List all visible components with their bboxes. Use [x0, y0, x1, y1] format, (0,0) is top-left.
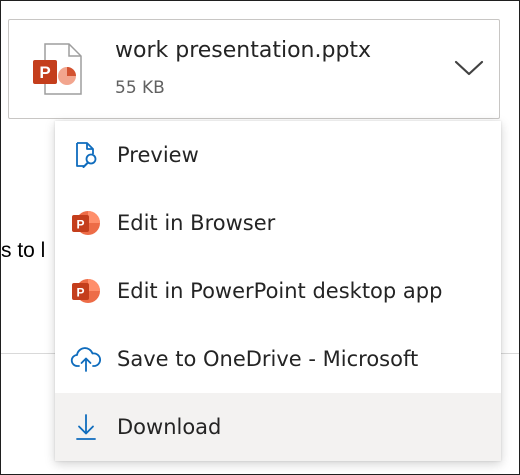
svg-text:P: P: [76, 218, 84, 232]
menu-item-label: Preview: [117, 143, 199, 167]
menu-item-label: Save to OneDrive - Microsoft: [117, 347, 419, 371]
menu-item-label: Download: [117, 415, 222, 439]
menu-item-edit-in-browser[interactable]: P Edit in Browser: [55, 189, 501, 257]
chevron-down-icon: [454, 59, 484, 81]
attachment-file-size: 55 KB: [115, 78, 165, 98]
menu-item-label: Edit in PowerPoint desktop app: [117, 279, 443, 303]
attachment-card[interactable]: P work presentation.pptx 55 KB: [8, 19, 500, 119]
attachment-context-menu: Preview P Edit in Browser P Edit in Powe…: [55, 121, 501, 461]
window-frame: s to l P work presentation.pptx 55 KB Pr…: [0, 0, 520, 475]
menu-item-label: Edit in Browser: [117, 211, 276, 235]
powerpoint-icon: P: [69, 274, 103, 308]
svg-text:P: P: [76, 286, 84, 300]
attachment-options-button[interactable]: [449, 50, 489, 90]
attachment-file-name[interactable]: work presentation.pptx: [115, 38, 371, 63]
menu-item-download[interactable]: Download: [55, 393, 501, 461]
menu-item-edit-in-desktop-app[interactable]: P Edit in PowerPoint desktop app: [55, 257, 501, 325]
menu-item-save-to-onedrive[interactable]: Save to OneDrive - Microsoft: [55, 325, 501, 393]
svg-text:P: P: [39, 63, 50, 82]
download-icon: [69, 410, 103, 444]
powerpoint-icon: P: [69, 206, 103, 240]
menu-item-preview[interactable]: Preview: [55, 121, 501, 189]
cloud-upload-icon: [69, 342, 103, 376]
powerpoint-file-icon: P: [29, 40, 87, 98]
message-body-text: s to l: [1, 239, 46, 262]
preview-document-icon: [69, 138, 103, 172]
